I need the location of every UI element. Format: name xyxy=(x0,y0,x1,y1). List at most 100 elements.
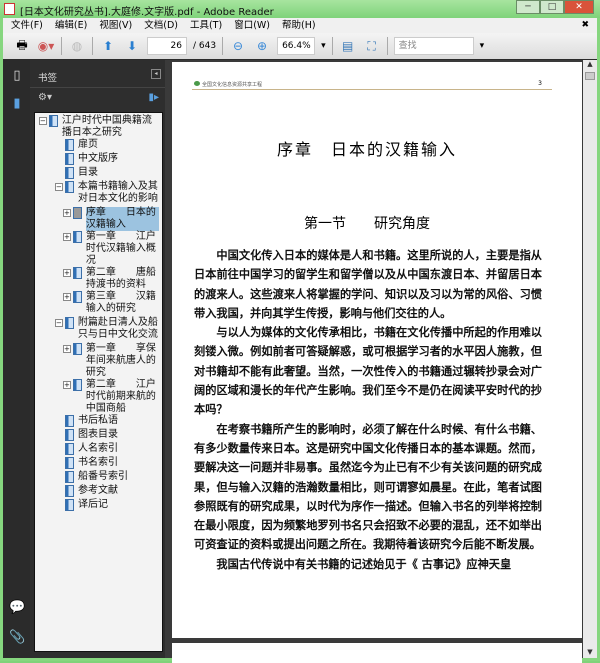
bookmark-label: 第一章 享保年间来航唐人的研究 xyxy=(85,343,156,378)
bookmark-item[interactable]: + 序章 日本的汉籍输入 xyxy=(63,207,159,231)
collapse-panel-icon[interactable]: ◂ xyxy=(151,69,161,79)
bookmark-item[interactable]: + 第二章 江户时代前期来航的中国商船 xyxy=(63,379,159,415)
menu-view[interactable]: 视图(V) xyxy=(99,18,132,33)
menu-window[interactable]: 窗口(W) xyxy=(234,18,270,33)
vertical-scrollbar[interactable]: ▲ ▼ xyxy=(583,60,597,658)
bookmark-item[interactable]: + 第一章 享保年间来航唐人的研究 xyxy=(63,343,159,379)
bookmark-item[interactable]: 人名索引 xyxy=(55,443,159,455)
expand-icon[interactable]: + xyxy=(63,233,71,241)
bookmark-item[interactable]: 船番号索引 xyxy=(55,471,159,483)
bookmark-item[interactable]: 书名索引 xyxy=(55,457,159,469)
bookmark-label: 附篇赴日清人及船只与日中文化交流 xyxy=(77,317,158,340)
bookmark-icon xyxy=(65,167,74,179)
scroll-up-icon[interactable]: ▲ xyxy=(583,60,597,68)
tree-connector xyxy=(55,429,65,441)
zoom-out-icon[interactable]: ⊖ xyxy=(229,37,247,55)
bookmark-label: 本篇书籍输入及其对日本文化的影响 xyxy=(77,181,158,204)
bookmark-item[interactable]: + 第一章 江户时代汉籍输入概况 xyxy=(63,231,159,267)
minimize-button[interactable]: ─ xyxy=(516,0,540,14)
tree-connector xyxy=(55,443,65,455)
bookmark-item[interactable]: 扉页 xyxy=(55,139,159,151)
pages-icon[interactable]: ▯ xyxy=(9,68,25,84)
bookmark-item[interactable]: − 附篇赴日清人及船只与日中文化交流 xyxy=(55,317,159,341)
bookmark-icon xyxy=(65,415,74,427)
bookmark-label: 书名索引 xyxy=(78,457,118,468)
expand-icon[interactable]: + xyxy=(63,269,71,277)
bookmark-label: 船番号索引 xyxy=(78,471,128,482)
page-header-text: 全国文化信息资源共享工程 xyxy=(202,82,263,88)
menu-file[interactable]: 文件(F) xyxy=(11,18,43,33)
divider xyxy=(222,37,224,55)
page-body: 中国文化传入日本的媒体是人和书籍。这里所说的人，主要是指从日本前往中国学习的留学… xyxy=(194,246,542,574)
expand-icon[interactable]: + xyxy=(63,381,71,389)
search-dropdown-icon[interactable]: ▾ xyxy=(480,41,485,51)
paragraph: 在考察书籍所产生的影响时，必须了解在什么时候、有什么书籍、有多少数量传来日本。这… xyxy=(194,422,542,552)
pdf-app-icon xyxy=(4,3,15,15)
scroll-thumb[interactable] xyxy=(585,72,595,80)
zoom-level-select[interactable]: 66.4% xyxy=(277,37,316,55)
bookmark-item[interactable]: 译后记 xyxy=(55,499,159,511)
bookmark-item[interactable]: 中文版序 xyxy=(55,153,159,165)
fit-page-icon[interactable]: ⛶ xyxy=(363,37,381,55)
collapse-icon[interactable]: − xyxy=(39,117,47,125)
menu-help[interactable]: 帮助(H) xyxy=(282,18,316,33)
maximize-button[interactable]: □ xyxy=(540,0,564,14)
chevron-down-icon[interactable]: ▾ xyxy=(321,41,326,51)
collapse-icon[interactable]: − xyxy=(55,319,63,327)
close-document-icon[interactable]: ✖ xyxy=(581,18,589,33)
menu-tools[interactable]: 工具(T) xyxy=(190,18,222,33)
expand-icon[interactable]: + xyxy=(63,293,71,301)
next-pdf-page xyxy=(172,643,582,663)
bookmark-icon xyxy=(65,457,74,469)
bookmark-item[interactable]: + 第三章 汉籍输入的研究 xyxy=(63,291,159,315)
bookmark-label: 江户时代中国典籍流播日本之研究 xyxy=(61,115,152,138)
bookmark-icon xyxy=(65,153,74,165)
scroll-down-icon[interactable]: ▼ xyxy=(583,648,597,656)
tree-connector xyxy=(55,139,65,151)
expand-icon[interactable]: + xyxy=(63,345,71,353)
bookmark-icon xyxy=(72,231,82,243)
bookmark-label: 译后记 xyxy=(78,499,108,510)
collapse-icon[interactable]: − xyxy=(55,183,63,191)
bookmark-label: 序章 日本的汉籍输入 xyxy=(85,207,159,231)
bookmark-label: 第三章 汉籍输入的研究 xyxy=(85,291,156,314)
bookmark-item[interactable]: 图表目录 xyxy=(55,429,159,441)
bookmark-item[interactable]: 书后私语 xyxy=(55,415,159,427)
title-bar: [日本文化研究丛书].大庭修.文字版.pdf - Adobe Reader ─ … xyxy=(0,0,600,18)
bookmark-item[interactable]: − 本篇书籍输入及其对日本文化的影响 xyxy=(55,181,159,205)
tree-connector xyxy=(55,485,65,497)
bookmark-icon xyxy=(72,343,82,355)
menu-edit[interactable]: 编辑(E) xyxy=(55,18,87,33)
page-number-input[interactable]: 26 xyxy=(147,37,187,55)
print-icon[interactable]: 🖶 xyxy=(13,37,31,55)
bookmark-label: 参考文献 xyxy=(78,485,118,496)
collaborate-icon[interactable]: ◉▾ xyxy=(37,37,55,55)
page-number: 3 xyxy=(538,80,542,87)
search-input[interactable]: 查找 xyxy=(393,37,474,55)
new-bookmark-icon[interactable]: ▮▸ xyxy=(148,92,159,103)
bookmark-item[interactable]: 目录 xyxy=(55,167,159,179)
paragraph: 与以人为媒体的文化传承相比，书籍在文化传播中所起的作用难以刻镂入微。例如前者可答… xyxy=(194,326,542,417)
bookmark-item[interactable]: + 第二章 唐船持渡书的资料 xyxy=(63,267,159,291)
bookmarks-icon[interactable]: ▮ xyxy=(9,96,25,112)
menu-document[interactable]: 文档(D) xyxy=(144,18,178,33)
next-page-icon[interactable]: ⬇ xyxy=(123,37,141,55)
bookmark-item[interactable]: − 江户时代中国典籍流播日本之研究 xyxy=(39,115,159,139)
fit-width-icon[interactable]: ▤ xyxy=(339,37,357,55)
options-gear-icon[interactable]: ⚙▾ xyxy=(38,92,52,103)
expand-icon[interactable]: + xyxy=(63,209,71,217)
toolbar: 🖶 ◉▾ ◍ ⬆ ⬇ 26 / 643 ⊖ ⊕ 66.4% ▾ ▤ ⛶ 查找 ▾ xyxy=(3,33,597,59)
comments-icon[interactable]: 💬 xyxy=(9,600,25,616)
zoom-in-icon[interactable]: ⊕ xyxy=(253,37,271,55)
bookmark-icon xyxy=(65,499,74,511)
close-button[interactable]: ✕ xyxy=(564,0,594,14)
bookmarks-title: 书签 xyxy=(38,73,58,84)
navigation-strip: ▯ ▮ 💬 📎 xyxy=(3,60,30,658)
bookmark-icon xyxy=(64,181,74,193)
bookmark-icon xyxy=(65,443,74,455)
bookmark-label: 书后私语 xyxy=(78,415,118,426)
previous-page-icon[interactable]: ⬆ xyxy=(99,37,117,55)
bookmark-tree[interactable]: − 江户时代中国典籍流播日本之研究 扉页中文版序目录 − 本篇书籍输入及其对日本文化的影… xyxy=(34,112,163,652)
attachments-icon[interactable]: 📎 xyxy=(9,630,25,646)
bookmark-item[interactable]: 参考文献 xyxy=(55,485,159,497)
